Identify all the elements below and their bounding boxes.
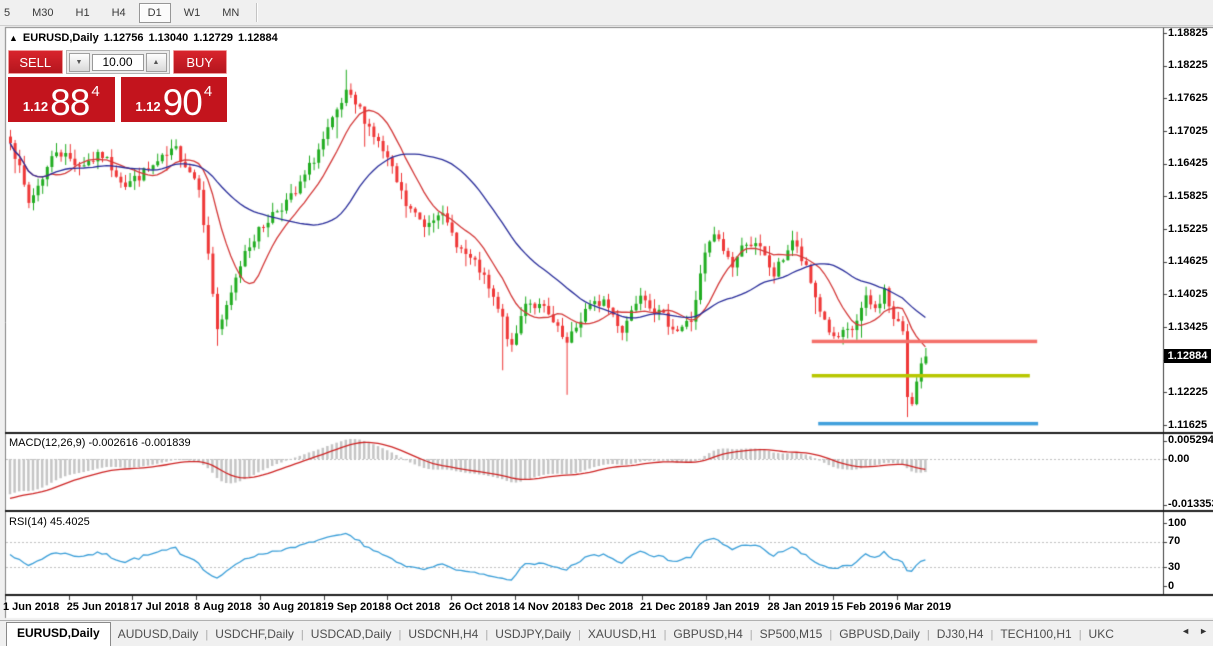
- ohlc-open: 1.12756: [104, 32, 144, 44]
- rsi-tick-label: 30: [1168, 561, 1180, 573]
- timeframe-button-m30[interactable]: M30: [23, 3, 62, 23]
- tab-scroll-left-button[interactable]: ◄: [1181, 626, 1190, 636]
- toolbar-separator: [256, 3, 258, 22]
- timeframe-toolbar: 5M30H1H4D1W1MN: [0, 0, 1213, 26]
- price-tick-label: 1.16425: [1168, 157, 1208, 169]
- price-tick-label: 1.15225: [1168, 223, 1208, 235]
- rsi-tick-label: 100: [1168, 517, 1186, 529]
- date-tick-label: 26 Oct 2018: [449, 601, 510, 613]
- timeframe-button-d1[interactable]: D1: [139, 3, 171, 23]
- date-tick-label: 9 Jan 2019: [704, 601, 760, 613]
- chart-tab-tech100-h1[interactable]: TECH100,H1: [993, 623, 1078, 646]
- price-tick-label: 1.12225: [1168, 386, 1208, 398]
- timeframe-button-5[interactable]: 5: [0, 3, 19, 23]
- sell-quote-tile[interactable]: 1.12 88 4: [8, 77, 115, 122]
- date-tick-label: 14 Nov 2018: [513, 601, 577, 613]
- date-tick-label: 8 Aug 2018: [194, 601, 252, 613]
- macd-tick-label: 0.00: [1168, 453, 1189, 465]
- date-tick-label: 6 Mar 2019: [895, 601, 951, 613]
- price-tick-label: 1.18225: [1168, 59, 1208, 71]
- rsi-indicator-label: RSI(14) 45.4025: [9, 516, 90, 528]
- sell-button[interactable]: SELL: [8, 50, 63, 74]
- sell-price-prefix: 1.12: [23, 99, 48, 114]
- macd-tick-label: -0.013353: [1168, 498, 1213, 510]
- timeframe-button-w1[interactable]: W1: [175, 3, 210, 23]
- chart-tab-bar: EURUSD,DailyAUDUSD,Daily|USDCHF,Daily|US…: [0, 620, 1213, 646]
- chart-tab-eurusd-daily[interactable]: EURUSD,Daily: [6, 622, 111, 646]
- one-click-trade-panel: SELL ▼ ▲ BUY 1.12 88 4 1.12 90 4: [8, 50, 227, 122]
- price-tick-label: 1.18825: [1168, 27, 1208, 39]
- current-price-tag: 1.12884: [1164, 349, 1211, 363]
- sell-price-big: 88: [50, 86, 89, 120]
- volume-increase-button[interactable]: ▲: [146, 53, 167, 72]
- date-tick-label: 1 Jun 2018: [3, 601, 59, 613]
- chart-tab-gbpusd-daily[interactable]: GBPUSD,Daily: [832, 623, 927, 646]
- tab-scroll-arrows: ◄ ►: [1181, 626, 1208, 636]
- chart-tab-usdchf-daily[interactable]: USDCHF,Daily: [208, 623, 301, 646]
- price-tick-label: 1.14625: [1168, 255, 1208, 267]
- volume-input[interactable]: [92, 54, 144, 71]
- buy-button[interactable]: BUY: [173, 50, 228, 74]
- macd-indicator-label: MACD(12,26,9) -0.002616 -0.001839: [9, 437, 191, 449]
- price-tick-label: 1.14025: [1168, 288, 1208, 300]
- buy-quote-tile[interactable]: 1.12 90 4: [121, 77, 228, 122]
- sell-price-pip: 4: [91, 83, 99, 100]
- chart-header: ▲ EURUSD,Daily 1.12756 1.13040 1.12729 1…: [9, 32, 278, 44]
- ohlc-low: 1.12729: [193, 32, 233, 44]
- date-tick-label: 8 Oct 2018: [385, 601, 440, 613]
- buy-price-big: 90: [163, 86, 202, 120]
- rsi-tick-label: 70: [1168, 535, 1180, 547]
- buy-price-pip: 4: [204, 83, 212, 100]
- collapse-panel-icon[interactable]: ▲: [9, 33, 18, 44]
- date-tick-label: 19 Sep 2018: [322, 601, 385, 613]
- chart-symbol-label: EURUSD,Daily: [23, 32, 99, 44]
- tab-scroll-right-button[interactable]: ►: [1199, 626, 1208, 636]
- price-tick-label: 1.17025: [1168, 125, 1208, 137]
- buy-price-prefix: 1.12: [135, 99, 160, 114]
- date-tick-label: 21 Dec 2018: [640, 601, 703, 613]
- date-tick-label: 3 Dec 2018: [576, 601, 633, 613]
- price-tick-label: 1.13425: [1168, 321, 1208, 333]
- ohlc-close: 1.12884: [238, 32, 278, 44]
- timeframe-button-mn[interactable]: MN: [213, 3, 248, 23]
- chart-tab-usdjpy-daily[interactable]: USDJPY,Daily: [488, 623, 578, 646]
- volume-stepper: ▼ ▲: [66, 50, 170, 74]
- volume-decrease-button[interactable]: ▼: [69, 53, 90, 72]
- chart-tab-audusd-daily[interactable]: AUDUSD,Daily: [111, 623, 206, 646]
- price-tick-label: 1.15825: [1168, 190, 1208, 202]
- macd-tick-label: 0.005294: [1168, 434, 1213, 446]
- price-tick-label: 1.17625: [1168, 92, 1208, 104]
- date-tick-label: 30 Aug 2018: [258, 601, 322, 613]
- date-tick-label: 15 Feb 2019: [831, 601, 893, 613]
- timeframe-button-h4[interactable]: H4: [103, 3, 135, 23]
- chart-tab-gbpusd-h4[interactable]: GBPUSD,H4: [666, 623, 749, 646]
- date-tick-label: 17 Jul 2018: [130, 601, 189, 613]
- chart-tab-ukc[interactable]: UKC: [1082, 623, 1121, 646]
- chart-tab-sp500-m15[interactable]: SP500,M15: [753, 623, 830, 646]
- price-tick-label: 1.11625: [1168, 419, 1207, 431]
- chart-tab-usdcad-daily[interactable]: USDCAD,Daily: [304, 623, 399, 646]
- chart-tab-dj30-h4[interactable]: DJ30,H4: [930, 623, 991, 646]
- chart-tab-xauusd-h1[interactable]: XAUUSD,H1: [581, 623, 664, 646]
- rsi-tick-label: 0: [1168, 580, 1174, 592]
- date-tick-label: 28 Jan 2019: [767, 601, 829, 613]
- date-tick-label: 25 Jun 2018: [67, 601, 129, 613]
- chart-tab-usdcnh-h4[interactable]: USDCNH,H4: [401, 623, 485, 646]
- ohlc-high: 1.13040: [148, 32, 188, 44]
- timeframe-button-h1[interactable]: H1: [67, 3, 99, 23]
